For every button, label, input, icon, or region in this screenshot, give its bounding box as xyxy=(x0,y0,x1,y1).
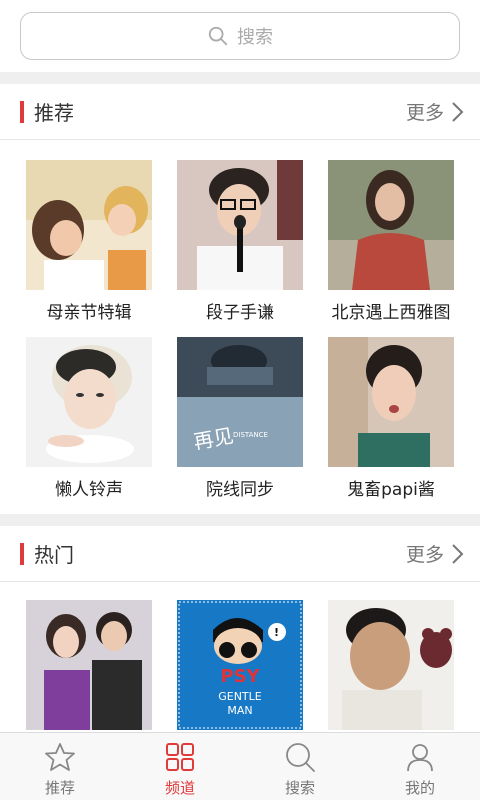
card-label: 北京遇上西雅图 xyxy=(331,303,451,323)
person-icon xyxy=(407,744,433,772)
section-divider xyxy=(0,514,480,526)
hot-grid: ! PSY GENTLE MAN xyxy=(0,582,480,752)
album-title: PSY xyxy=(220,666,260,687)
tab-label: 搜索 xyxy=(284,779,315,797)
channel-card[interactable]: 段子手谦 xyxy=(177,160,303,323)
more-link[interactable]: 更多 xyxy=(406,98,464,125)
svg-text:!: ! xyxy=(274,626,279,639)
thumbnail-image xyxy=(26,600,152,730)
section-title: 热门 xyxy=(20,539,74,568)
thumbnail-image: 再见 DISTANCE xyxy=(177,337,303,467)
search-icon xyxy=(208,26,228,46)
search-area: 搜索 xyxy=(0,0,480,72)
search-placeholder: 搜索 xyxy=(237,27,273,48)
section-title-text: 推荐 xyxy=(34,101,74,125)
tab-mine[interactable]: 我的 xyxy=(360,733,480,800)
thumbnail-image xyxy=(328,600,454,730)
card-label: 段子手谦 xyxy=(206,303,274,323)
section-divider xyxy=(0,72,480,84)
card-label: 鬼畜papi酱 xyxy=(347,480,435,500)
section-header-recommend: 推荐 更多 xyxy=(0,84,480,140)
thumbnail-image xyxy=(177,160,303,290)
channel-card[interactable]: 母亲节特辑 xyxy=(26,160,152,323)
thumbnail-image xyxy=(26,160,152,290)
grid-icon xyxy=(166,743,194,771)
title-accent-bar xyxy=(20,542,24,565)
thumbnail-image xyxy=(328,160,454,290)
search-icon xyxy=(286,743,315,772)
star-icon xyxy=(45,743,75,771)
card-label: 母亲节特辑 xyxy=(46,303,132,323)
thumbnail-image xyxy=(26,337,152,467)
channel-card[interactable] xyxy=(26,600,152,738)
thumbnail-image xyxy=(328,337,454,467)
channel-card[interactable]: 鬼畜papi酱 xyxy=(328,337,454,500)
tab-channel[interactable]: 频道 xyxy=(120,733,240,800)
poster-title: DISTANCE xyxy=(233,431,268,439)
title-accent-bar xyxy=(20,100,24,123)
channel-card[interactable]: 北京遇上西雅图 xyxy=(328,160,454,323)
thumbnail-image: ! PSY GENTLE MAN xyxy=(177,600,303,730)
chevron-right-icon xyxy=(452,543,464,564)
album-line-1: GENTLE xyxy=(218,690,262,703)
chevron-right-icon xyxy=(452,101,464,122)
album-line-2: MAN xyxy=(227,704,252,717)
card-label: 院线同步 xyxy=(206,480,274,500)
card-label: 懒人铃声 xyxy=(55,480,123,500)
tab-search[interactable]: 搜索 xyxy=(240,733,360,800)
tab-recommend[interactable]: 推荐 xyxy=(0,733,120,800)
channel-card[interactable]: 懒人铃声 xyxy=(26,337,152,500)
section-title-text: 热门 xyxy=(34,543,74,567)
tab-label: 推荐 xyxy=(44,779,75,797)
tab-label: 频道 xyxy=(164,779,195,797)
section-title: 推荐 xyxy=(20,97,74,126)
search-input[interactable]: 搜索 xyxy=(20,12,460,60)
channel-card[interactable]: 再见 DISTANCE 院线同步 xyxy=(177,337,303,500)
more-label: 更多 xyxy=(405,102,444,124)
more-link[interactable]: 更多 xyxy=(406,540,464,567)
recommend-grid: 母亲节特辑 段子手谦 北京遇上西雅图 懒人铃声 再见 DISTANCE 院线同步… xyxy=(0,140,480,514)
tab-label: 我的 xyxy=(404,779,435,797)
bottom-tab-bar: 推荐 频道 搜索 我的 xyxy=(0,732,480,800)
channel-card[interactable] xyxy=(328,600,454,738)
channel-card[interactable]: ! PSY GENTLE MAN xyxy=(177,600,303,738)
more-label: 更多 xyxy=(405,544,444,566)
section-header-hot: 热门 更多 xyxy=(0,526,480,582)
